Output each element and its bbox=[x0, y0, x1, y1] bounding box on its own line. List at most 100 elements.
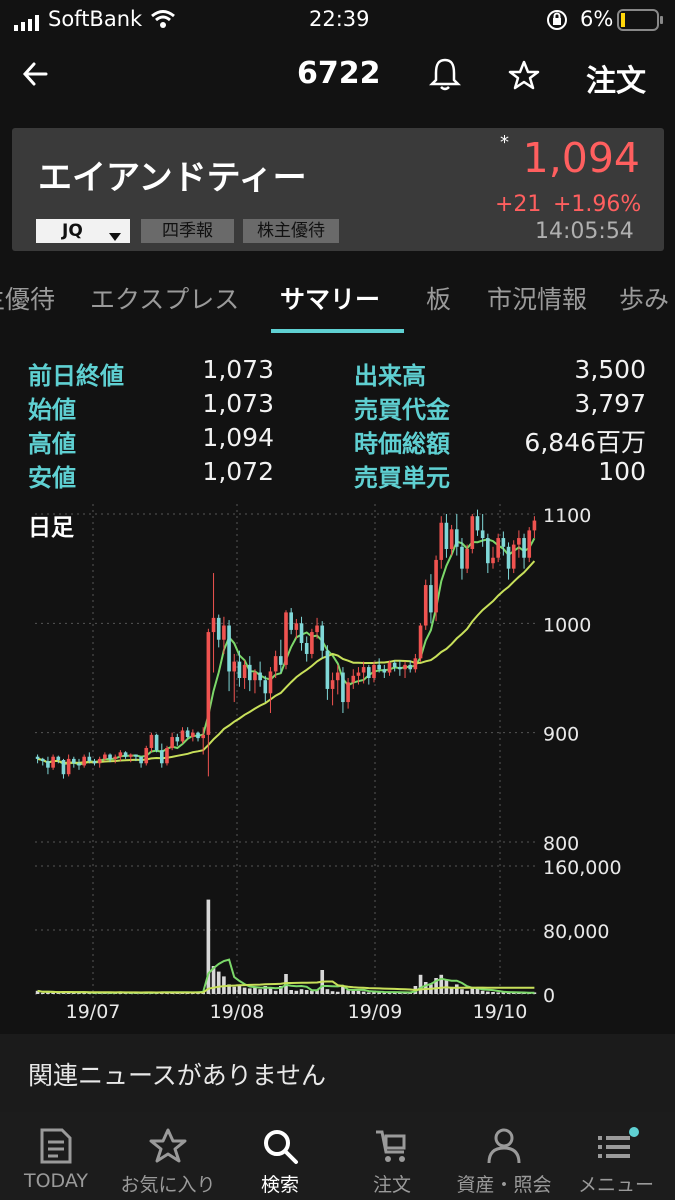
candle-body bbox=[408, 664, 413, 670]
volume-tick-label: 80,000 bbox=[543, 921, 609, 943]
candle-body bbox=[242, 664, 247, 678]
period-label: 日足 bbox=[28, 515, 74, 541]
candle-body bbox=[449, 529, 454, 549]
x-tick-label: 19/10 bbox=[473, 1001, 528, 1023]
tab-bar-label: 注文 bbox=[372, 1174, 411, 1196]
tab-bar-order[interactable]: 注文 bbox=[336, 1112, 448, 1200]
candle-body bbox=[46, 761, 50, 768]
candle-body bbox=[444, 522, 449, 549]
tab-yutai[interactable]: 主優待 bbox=[0, 280, 55, 316]
candle-body bbox=[299, 623, 304, 644]
candle-body bbox=[66, 758, 71, 775]
candle-body bbox=[398, 667, 402, 670]
candle-body bbox=[61, 760, 66, 775]
tab-bar-label: 検索 bbox=[260, 1174, 299, 1196]
tab-express[interactable]: エクスプレス bbox=[90, 280, 239, 316]
stat-value-high: 1,094 bbox=[202, 423, 274, 452]
volume-bar bbox=[361, 991, 366, 994]
candle-body bbox=[128, 754, 133, 757]
stat-value-open: 1,073 bbox=[202, 389, 274, 418]
candle-body bbox=[522, 538, 526, 558]
price-tick-label: 900 bbox=[543, 724, 579, 746]
candle-body bbox=[315, 625, 319, 633]
active-tab-indicator bbox=[271, 329, 404, 333]
news-row[interactable]: 関連ニュースがありません bbox=[0, 1034, 675, 1112]
wifi-icon bbox=[150, 8, 176, 30]
volume-bar bbox=[247, 988, 252, 994]
candle-body bbox=[486, 538, 490, 564]
tag-shikiho[interactable]: 四季報 bbox=[141, 219, 234, 243]
candle-body bbox=[382, 669, 387, 673]
tab-bar-today[interactable]: TODAY bbox=[0, 1112, 112, 1200]
candle-body bbox=[470, 516, 475, 549]
bell-icon[interactable] bbox=[428, 56, 462, 92]
candle-body bbox=[185, 730, 190, 738]
tab-bar-label: メニュー bbox=[577, 1174, 654, 1196]
volume-bar bbox=[289, 990, 293, 994]
candle-body bbox=[72, 758, 76, 764]
candle-body bbox=[527, 530, 532, 558]
price-tick-label: 1100 bbox=[543, 505, 591, 527]
stat-label-market-cap: 時価総額 bbox=[354, 430, 450, 458]
stat-label-prev-close: 前日終値 bbox=[28, 362, 124, 390]
candle-body bbox=[320, 625, 325, 651]
candle-body bbox=[361, 667, 366, 673]
tab-bar-search[interactable]: 検索 bbox=[224, 1112, 336, 1200]
quote-time: 14:05:54 bbox=[535, 219, 634, 244]
candle-body bbox=[196, 732, 200, 739]
nav-bar: 6722 注文 bbox=[0, 40, 675, 112]
tag-yutai[interactable]: 株主優待 bbox=[243, 219, 339, 243]
signal-icon bbox=[14, 12, 44, 31]
candle-body bbox=[180, 730, 185, 742]
candle-body bbox=[175, 737, 180, 742]
stat-value-prev-close: 1,073 bbox=[202, 355, 274, 384]
tab-bar-favorites[interactable]: お気に入り bbox=[112, 1112, 224, 1200]
candle-body bbox=[247, 664, 252, 681]
candle-body bbox=[465, 548, 469, 569]
candle-body bbox=[268, 671, 273, 694]
candle-body bbox=[429, 585, 433, 613]
star-icon[interactable] bbox=[508, 60, 540, 90]
tab-summary[interactable]: サマリー bbox=[280, 280, 380, 316]
back-arrow-icon[interactable] bbox=[20, 58, 52, 90]
candle-body bbox=[154, 734, 159, 751]
quote-card: エイアンドティー * 1,094 +21 +1.96% 14:05:54 JQ … bbox=[12, 128, 664, 251]
status-bar: SoftBank 22:39 6% bbox=[0, 0, 675, 40]
page-title: 6722 bbox=[297, 56, 381, 91]
volume-bar bbox=[258, 989, 262, 994]
stat-value-turnover: 3,797 bbox=[574, 389, 646, 418]
search-icon bbox=[260, 1126, 300, 1166]
volume-bar bbox=[40, 992, 45, 994]
tab-market[interactable]: 市況情報 bbox=[487, 280, 587, 316]
candle-body bbox=[413, 658, 418, 670]
market-select[interactable]: JQ bbox=[36, 219, 130, 243]
volume-bar bbox=[310, 990, 314, 994]
x-tick-label: 19/07 bbox=[66, 1001, 121, 1023]
tab-board[interactable]: 板 bbox=[426, 280, 451, 316]
cart-icon bbox=[372, 1126, 412, 1166]
candle-body bbox=[439, 522, 444, 560]
volume-bar bbox=[273, 990, 278, 994]
candle-body bbox=[103, 754, 107, 759]
price-chart[interactable]: 1100 1000 900 800 160,000 80,000 0 19/07 19/08 19… bbox=[0, 494, 675, 1026]
candle-body bbox=[82, 756, 86, 766]
battery-icon bbox=[617, 9, 665, 31]
candle-body bbox=[237, 661, 242, 678]
tab-bar-menu[interactable]: メニュー bbox=[560, 1112, 672, 1200]
stat-label-unit: 売買単元 bbox=[354, 464, 450, 492]
candle-body bbox=[35, 756, 40, 759]
candle-body bbox=[232, 661, 237, 672]
tab-bar-assets[interactable]: 資産・照会 bbox=[448, 1112, 560, 1200]
candle-body bbox=[113, 756, 118, 759]
stat-value-low: 1,072 bbox=[202, 457, 274, 486]
tab-ayumi[interactable]: 歩み bbox=[619, 280, 669, 316]
candle-body bbox=[201, 734, 206, 739]
candle-body bbox=[341, 672, 345, 703]
candle-body bbox=[517, 538, 521, 545]
price-asterisk: * bbox=[500, 132, 509, 153]
volume-bar bbox=[299, 989, 304, 994]
order-button[interactable]: 注文 bbox=[586, 56, 646, 100]
candle-body bbox=[392, 662, 397, 668]
candle-body bbox=[434, 559, 438, 613]
candle-body bbox=[294, 623, 299, 630]
